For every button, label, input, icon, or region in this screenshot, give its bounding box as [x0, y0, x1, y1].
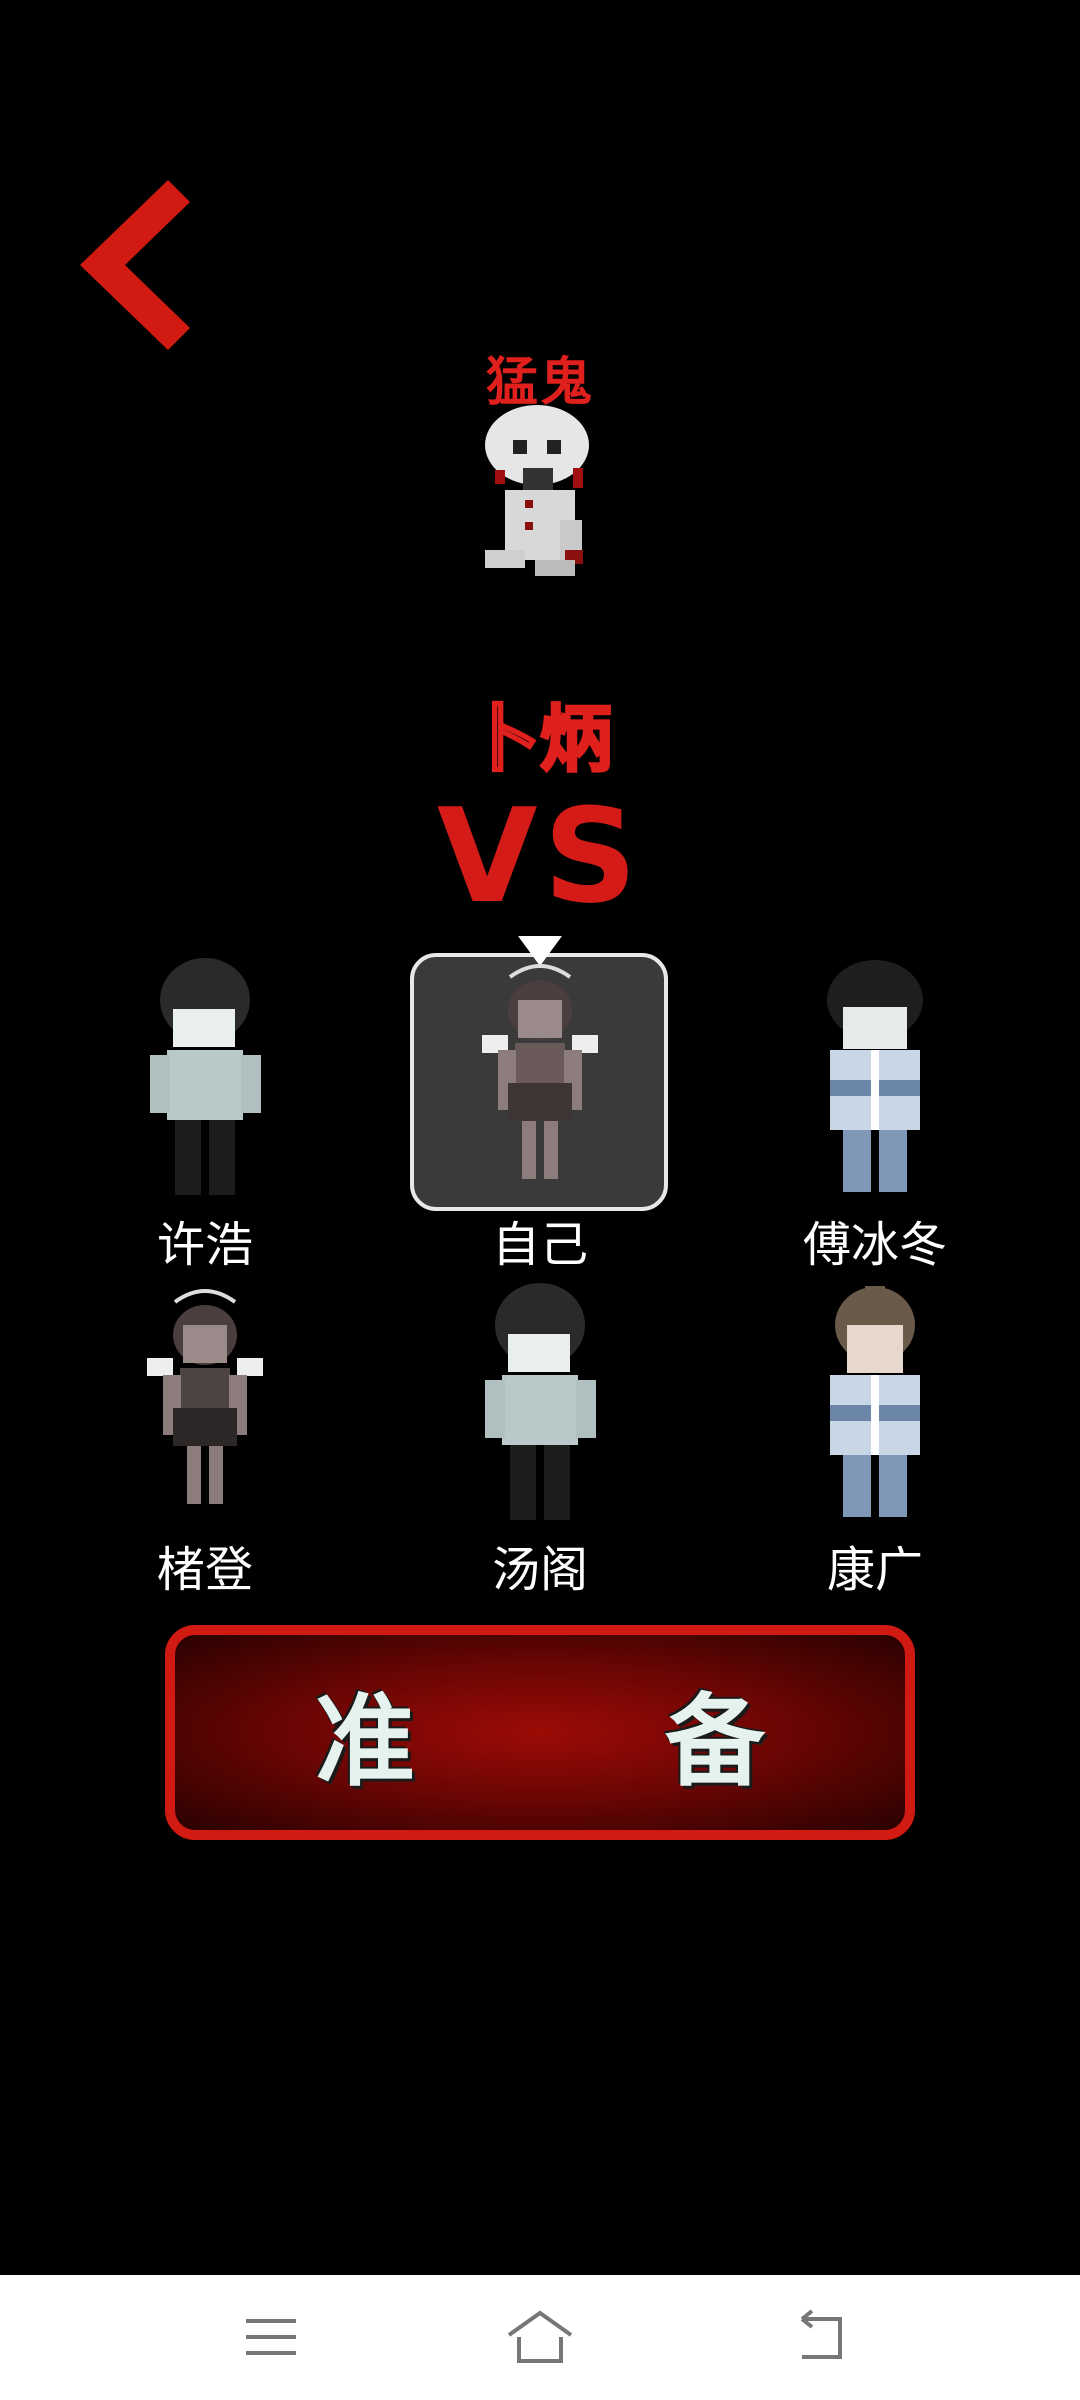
- character-avatar: [725, 955, 1025, 1205]
- menu-icon[interactable]: [236, 2305, 306, 2370]
- character-card-chudeng[interactable]: 楮登: [55, 1280, 355, 1600]
- character-avatar: [390, 955, 690, 1205]
- character-avatar: [725, 1280, 1025, 1530]
- character-avatar: [55, 955, 355, 1205]
- enemy-name: 卜炳: [466, 696, 613, 783]
- character-card-fubingdong[interactable]: 傅冰冬: [725, 955, 1025, 1275]
- character-card-tangge[interactable]: 汤阁: [390, 1280, 690, 1600]
- character-avatar: [390, 1280, 690, 1530]
- back-button[interactable]: [70, 180, 190, 350]
- character-name: 许浩: [156, 1217, 253, 1273]
- chevron-left-icon: [80, 180, 190, 350]
- character-avatar: [55, 1280, 355, 1530]
- enemy-avatar: [465, 400, 615, 600]
- vs-label: VS: [436, 780, 644, 932]
- character-name: 自己: [491, 1217, 588, 1273]
- system-nav-bar: [0, 2275, 1080, 2400]
- ready-button-label-2: 备: [665, 1683, 765, 1800]
- character-name: 汤阁: [491, 1542, 588, 1598]
- character-card-self[interactable]: 自己: [390, 955, 690, 1275]
- character-name: 傅冰冬: [802, 1217, 947, 1273]
- ready-button-label-1: 准: [315, 1683, 415, 1800]
- back-icon[interactable]: [788, 2305, 858, 2370]
- home-icon[interactable]: [505, 2305, 575, 2370]
- ready-button[interactable]: 准 备: [165, 1625, 915, 1840]
- character-name: 楮登: [156, 1542, 253, 1598]
- character-name: 康广: [826, 1542, 923, 1598]
- character-card-xuhao[interactable]: 许浩: [55, 955, 355, 1275]
- character-card-kangguang[interactable]: 康广: [725, 1280, 1025, 1600]
